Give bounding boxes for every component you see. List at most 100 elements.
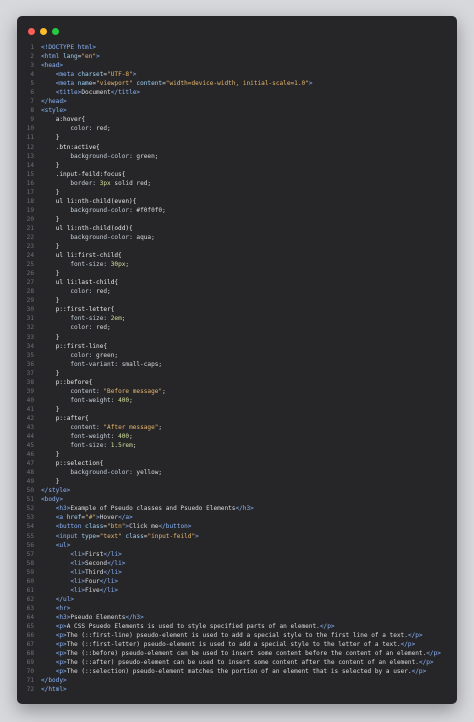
code-token: : xyxy=(103,261,111,269)
code-token: </li> xyxy=(99,577,119,585)
line-number: 34 xyxy=(26,342,34,350)
code-token: red; xyxy=(96,125,111,133)
line-number: 33 xyxy=(26,333,34,341)
code-token: </li> xyxy=(107,559,126,567)
code-token: <body> xyxy=(41,496,64,504)
code-line: 35 color: green; xyxy=(17,351,457,360)
code-line: 61 <li>Five</li> xyxy=(17,586,457,595)
code-token: font-size xyxy=(70,261,104,269)
code-line: 6 <title>Document</title> xyxy=(17,88,457,97)
code-token: class xyxy=(85,523,104,531)
code-token: Third xyxy=(85,568,104,576)
code-token: ; xyxy=(132,442,137,450)
code-token: green; xyxy=(136,152,159,160)
code-token: } xyxy=(55,297,60,305)
code-token: </p> xyxy=(319,623,335,630)
line-number: 19 xyxy=(26,206,34,214)
code-line: 15 .input-feild:focus{ xyxy=(17,170,457,179)
code-token: </html> xyxy=(41,686,67,694)
line-number: 62 xyxy=(26,595,34,603)
line-number: 18 xyxy=(26,197,34,205)
code-token: <meta xyxy=(55,80,78,88)
code-line: 68 <p>The (::before) pseudo-element can … xyxy=(17,649,457,658)
code-token: Click me xyxy=(129,523,159,531)
code-line: 71 </body> xyxy=(17,676,457,685)
code-line: 13 background-color: green; xyxy=(17,152,457,161)
code-token: .input-feild:focus{ xyxy=(55,170,126,178)
code-token: border xyxy=(70,179,93,187)
code-token: <!DOCTYPE html> xyxy=(41,44,97,51)
line-number: 31 xyxy=(26,315,34,323)
code-token: > xyxy=(308,80,313,88)
code-token: "input-feild" xyxy=(147,532,196,540)
code-token: First xyxy=(85,550,104,558)
code-line: 48 background-color: yellow; xyxy=(17,468,457,477)
code-token: } xyxy=(55,270,60,278)
code-token: > xyxy=(96,53,100,61)
code-token: } xyxy=(55,188,60,196)
code-token: ; xyxy=(158,423,163,431)
line-number: 10 xyxy=(26,125,34,133)
code-token: "UTF-8" xyxy=(107,71,133,79)
code-token: "btn" xyxy=(107,523,126,531)
code-line: 60 <li>Four</li> xyxy=(17,577,457,586)
code-token: } xyxy=(55,134,60,142)
code-token: </li> xyxy=(99,586,119,594)
code-token: <hr> xyxy=(55,604,71,612)
line-number: 5 xyxy=(30,80,34,88)
code-token: Second xyxy=(85,559,108,567)
line-number: 57 xyxy=(26,550,34,558)
code-token: ul li:nth-child(even){ xyxy=(55,197,137,205)
code-token: > xyxy=(195,532,199,540)
line-number: 37 xyxy=(26,369,34,377)
line-number: 22 xyxy=(26,233,34,241)
maximize-window-button[interactable] xyxy=(52,28,59,35)
line-number: 32 xyxy=(26,324,34,332)
code-token: name xyxy=(77,80,93,88)
code-token: content xyxy=(70,423,97,431)
code-line: 55 <input type="text" class="input-feild… xyxy=(17,532,457,541)
code-token: red; xyxy=(96,324,111,332)
code-token: </ul> xyxy=(55,595,75,603)
code-token: type xyxy=(81,532,97,540)
code-line: 40 font-weight: 400; xyxy=(17,396,457,405)
code-token: <li> xyxy=(70,559,86,567)
close-window-button[interactable] xyxy=(28,28,35,35)
line-number: 26 xyxy=(26,270,34,278)
code-line: 14 } xyxy=(17,161,457,170)
code-line: 64 <h3>Pseudo Elements</h3> xyxy=(17,613,457,622)
code-token: The (::first-letter) pseudo-element is u… xyxy=(66,641,401,649)
line-number: 70 xyxy=(26,668,34,676)
minimize-window-button[interactable] xyxy=(40,28,47,35)
code-line: 24 ul li:first-child{ xyxy=(17,251,457,260)
code-token: color xyxy=(70,288,89,296)
line-number: 21 xyxy=(26,224,34,232)
line-number: 67 xyxy=(26,641,34,649)
code-token: font-size xyxy=(70,442,104,450)
code-token: </p> xyxy=(407,632,423,640)
code-line: 20 } xyxy=(17,215,457,224)
line-number: 68 xyxy=(26,650,34,658)
code-token: content xyxy=(70,387,97,395)
code-token: } xyxy=(55,478,60,486)
code-token: } xyxy=(55,215,60,223)
